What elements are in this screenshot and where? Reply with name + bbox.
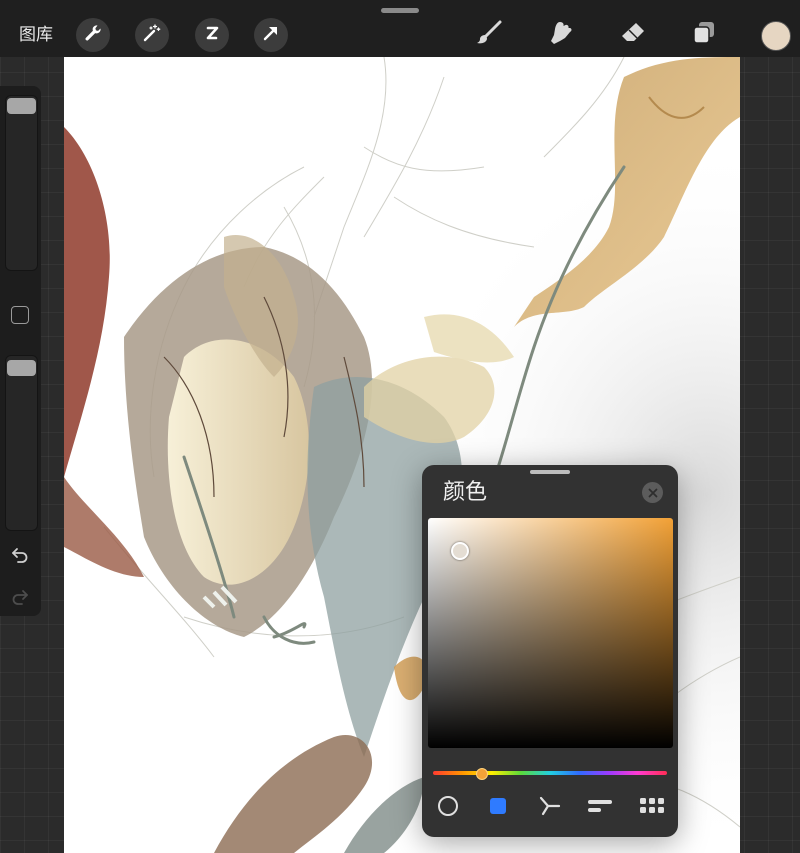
opacity-slider[interactable] (5, 355, 38, 531)
panel-grabber[interactable] (530, 470, 570, 474)
brush-icon (474, 18, 504, 52)
brush-size-slider[interactable] (5, 95, 38, 271)
disc-icon (437, 795, 459, 821)
layers-button[interactable] (687, 18, 721, 52)
hue-slider-thumb[interactable] (476, 768, 488, 780)
undo-icon (10, 544, 30, 568)
adjustments-button[interactable] (135, 18, 169, 52)
layers-icon (690, 19, 718, 51)
value-sliders-icon (587, 796, 613, 820)
opacity-thumb[interactable] (7, 360, 36, 376)
close-panel-button[interactable] (642, 482, 663, 503)
tab-palettes[interactable] (639, 795, 665, 821)
tab-value[interactable] (587, 795, 613, 821)
palettes-grid-icon (640, 797, 664, 819)
redo-icon (10, 586, 30, 610)
actions-button[interactable] (76, 18, 110, 52)
saturation-brightness-picker[interactable] (428, 518, 673, 748)
arrow-cursor-icon (261, 23, 281, 47)
classic-square-icon (488, 796, 508, 820)
tab-disc[interactable] (435, 795, 461, 821)
smudge-button[interactable] (544, 18, 578, 52)
color-picker-handle[interactable] (451, 542, 469, 560)
selection-s-icon (202, 23, 222, 47)
tab-classic[interactable] (485, 795, 511, 821)
smudge-finger-icon (546, 18, 576, 52)
top-toolbar: 图库 (0, 0, 800, 57)
panel-title: 颜色 (443, 480, 488, 505)
eraser-icon (618, 18, 648, 52)
harmony-icon (538, 795, 562, 821)
current-color-button[interactable] (761, 21, 791, 51)
transform-button[interactable] (254, 18, 288, 52)
hue-slider[interactable] (433, 771, 667, 775)
color-panel: 颜色 (422, 465, 678, 837)
modify-button[interactable] (11, 306, 29, 324)
magic-wand-icon (142, 23, 162, 47)
tab-harmony[interactable] (537, 795, 563, 821)
redo-button[interactable] (8, 586, 32, 610)
wrench-icon (83, 23, 103, 47)
close-icon (648, 483, 658, 502)
top-grabber[interactable] (381, 8, 419, 13)
undo-button[interactable] (8, 544, 32, 568)
brush-button[interactable] (472, 18, 506, 52)
eraser-button[interactable] (616, 18, 650, 52)
selection-button[interactable] (195, 18, 229, 52)
left-sidebar (0, 86, 41, 616)
brush-size-thumb[interactable] (7, 98, 36, 114)
gallery-button[interactable]: 图库 (19, 24, 53, 46)
